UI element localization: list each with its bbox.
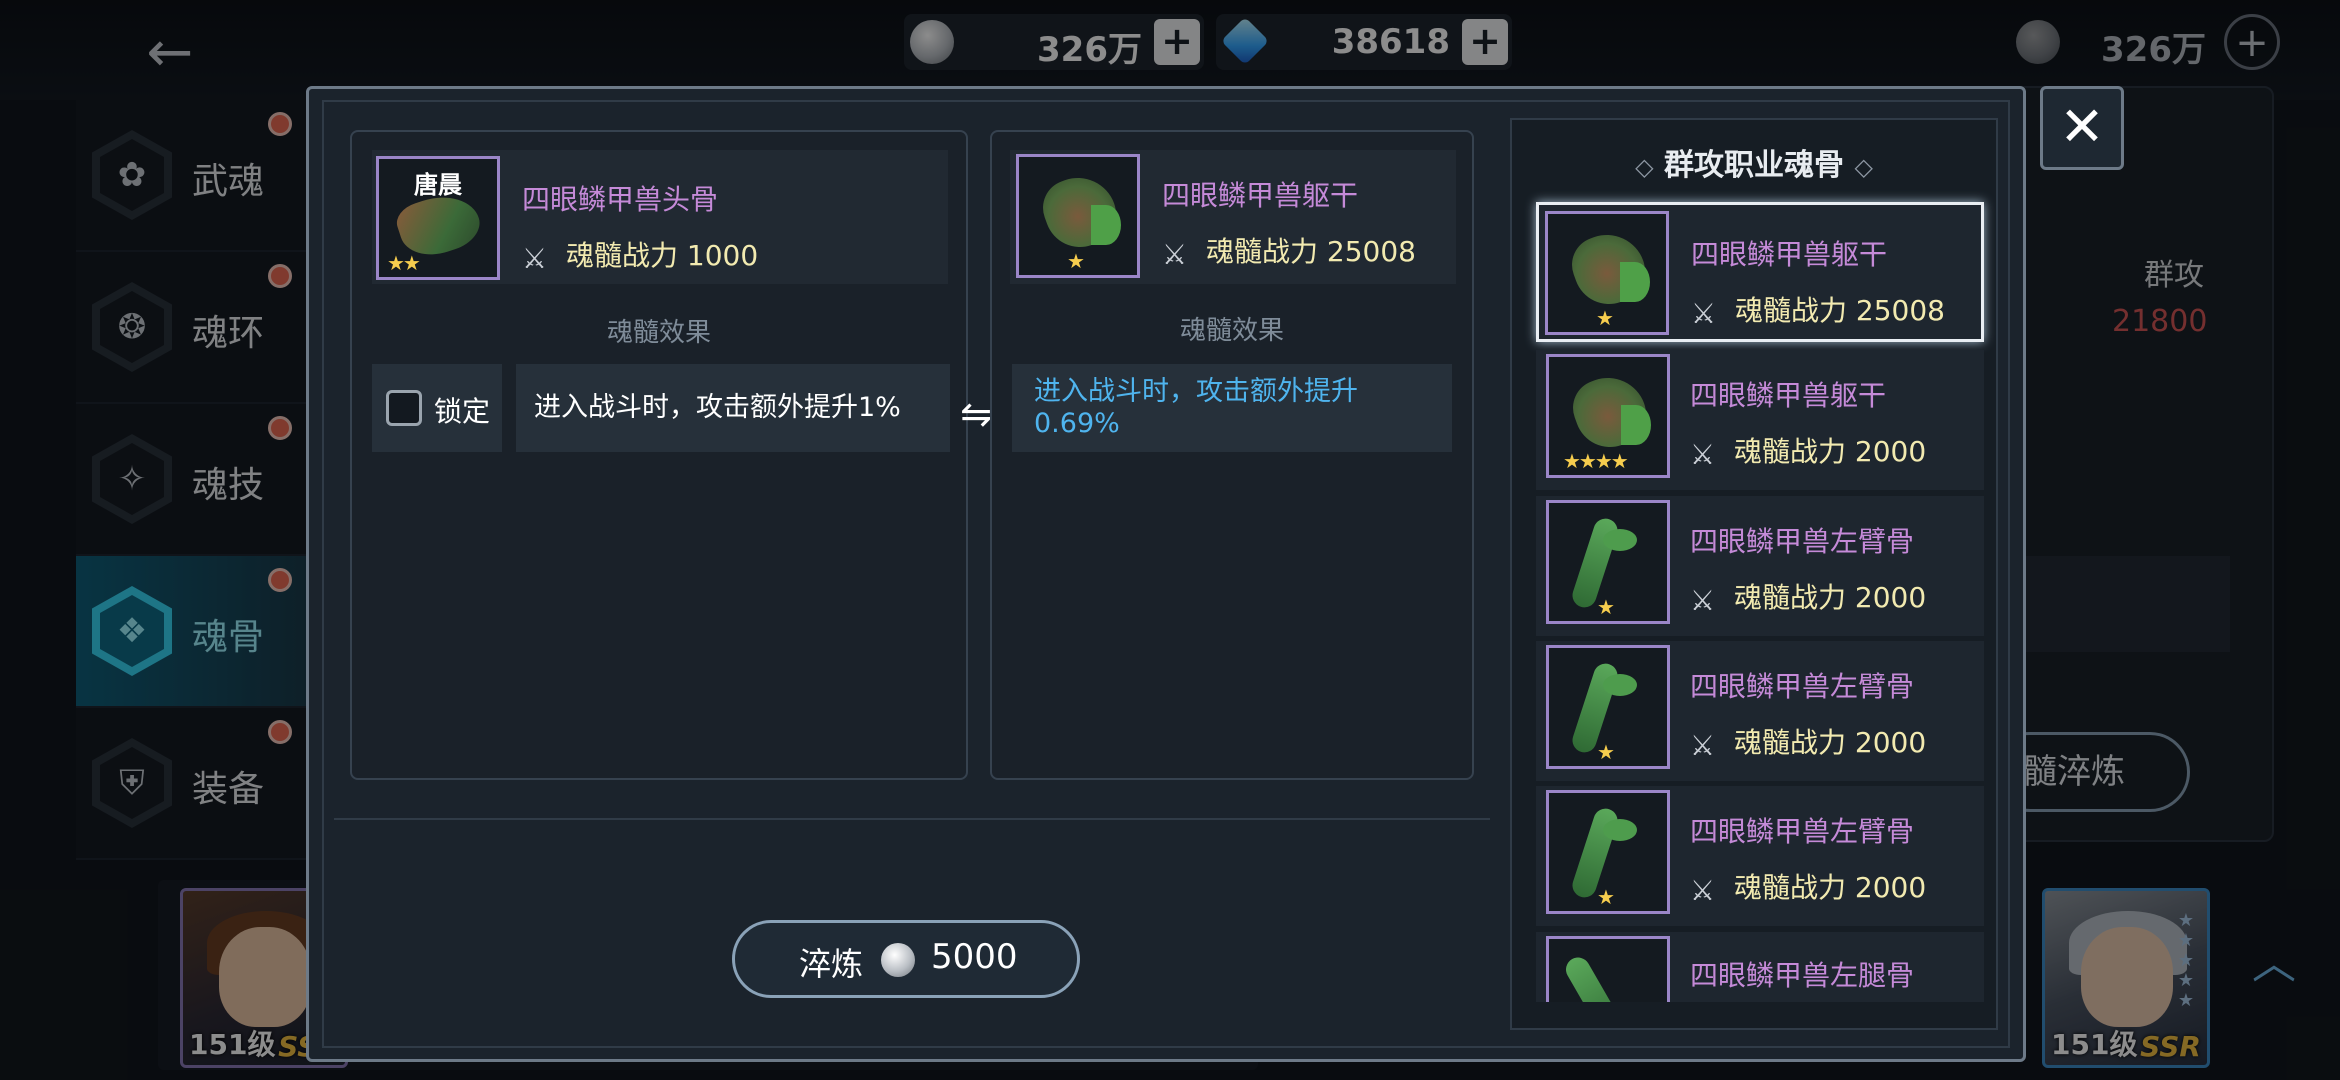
lock-toggle[interactable]: 锁定: [372, 364, 502, 452]
divider: [334, 818, 1490, 820]
item-thumbnail: ★: [1546, 645, 1670, 769]
item-thumbnail: ★: [1546, 790, 1670, 914]
list-item[interactable]: ★ 四眼鳞甲兽左臂骨 ⚔ 魂髓战力 2000: [1536, 641, 1984, 781]
item-power: ⚔ 魂髓战力 2000: [1690, 435, 1927, 471]
current-effect-title: 魂髓效果: [606, 318, 711, 348]
item-power: ⚔ 魂髓战力 25008: [1691, 294, 1945, 330]
refine-cost: 5000: [931, 937, 1018, 977]
list-item[interactable]: ★ 四眼鳞甲兽左臂骨 ⚔ 魂髓战力 2000: [1536, 786, 1984, 926]
lock-checkbox[interactable]: [386, 390, 422, 426]
crossed-swords-icon: ⚔: [1690, 584, 1716, 617]
owner-name: 唐晨: [414, 171, 462, 199]
item-name: 四眼鳞甲兽躯干: [1690, 379, 1887, 412]
coin-icon: [881, 943, 915, 977]
item-power: ⚔ 魂髓战力 2000: [1690, 581, 1927, 617]
star-rating: ★: [1597, 885, 1615, 909]
current-bone-power: ⚔ 魂髓战力 1000: [522, 239, 759, 275]
crossed-swords-icon: ⚔: [1162, 238, 1188, 271]
current-effect-text: 进入战斗时，攻击额外提升1%: [516, 364, 950, 452]
crossed-swords-icon: ⚔: [1690, 729, 1716, 762]
star-rating: ★: [1597, 740, 1615, 764]
current-bone-thumbnail[interactable]: 唐晨 ★★: [376, 156, 500, 280]
target-effect-text: 进入战斗时，攻击额外提升0.69%: [1012, 364, 1452, 452]
crossed-swords-icon: ⚔: [1690, 874, 1716, 907]
list-item[interactable]: ★ 四眼鳞甲兽左臂骨 ⚔ 魂髓战力 2000: [1536, 496, 1984, 636]
star-rating: ★★★★: [1563, 449, 1629, 473]
bone-list-title: ◇ 群攻职业魂骨 ◇: [1635, 148, 1873, 183]
current-bone-name: 四眼鳞甲兽头骨: [522, 183, 719, 216]
lock-label: 锁定: [434, 395, 491, 428]
item-thumbnail: ★★★★: [1546, 354, 1670, 478]
star-rating: ★: [1067, 249, 1085, 273]
crossed-swords-icon: ⚔: [1690, 438, 1716, 471]
list-item[interactable]: ★★★★ 四眼鳞甲兽躯干 ⚔ 魂髓战力 2000: [1536, 350, 1984, 490]
item-name: 四眼鳞甲兽左臂骨: [1690, 670, 1915, 703]
item-thumbnail: ★: [1545, 211, 1669, 335]
target-bone-thumbnail[interactable]: ★: [1016, 154, 1140, 278]
list-item[interactable]: 四眼鳞甲兽左腿骨: [1536, 932, 1984, 1002]
refine-label: 淬炼: [799, 945, 864, 983]
item-name: 四眼鳞甲兽左臂骨: [1690, 525, 1915, 558]
crossed-swords-icon: ⚔: [522, 242, 548, 275]
item-power: ⚔ 魂髓战力 2000: [1690, 726, 1927, 762]
star-rating: ★★: [387, 251, 421, 275]
item-name: 四眼鳞甲兽左腿骨: [1690, 959, 1915, 992]
star-rating: ★: [1597, 595, 1615, 619]
star-rating: ★: [1596, 306, 1614, 330]
item-power: ⚔ 魂髓战力 2000: [1690, 871, 1927, 907]
ornament-icon: ◇: [1854, 153, 1873, 181]
item-name: 四眼鳞甲兽左臂骨: [1690, 815, 1915, 848]
target-effect-title: 魂髓效果: [1179, 316, 1284, 346]
item-thumbnail: ★: [1546, 500, 1670, 624]
leg-bone-icon: [1561, 953, 1629, 1002]
list-item[interactable]: ★ 四眼鳞甲兽躯干 ⚔ 魂髓战力 25008: [1536, 202, 1984, 342]
target-bone-power: ⚔ 魂髓战力 25008: [1162, 235, 1416, 271]
ornament-icon: ◇: [1635, 153, 1654, 181]
target-bone-name: 四眼鳞甲兽躯干: [1162, 179, 1359, 212]
item-thumbnail: [1546, 936, 1670, 1002]
refine-button[interactable]: 淬炼 5000: [732, 920, 1080, 998]
item-name: 四眼鳞甲兽躯干: [1691, 238, 1888, 271]
crossed-swords-icon: ⚔: [1691, 297, 1717, 330]
close-button[interactable]: ✕: [2040, 86, 2124, 170]
